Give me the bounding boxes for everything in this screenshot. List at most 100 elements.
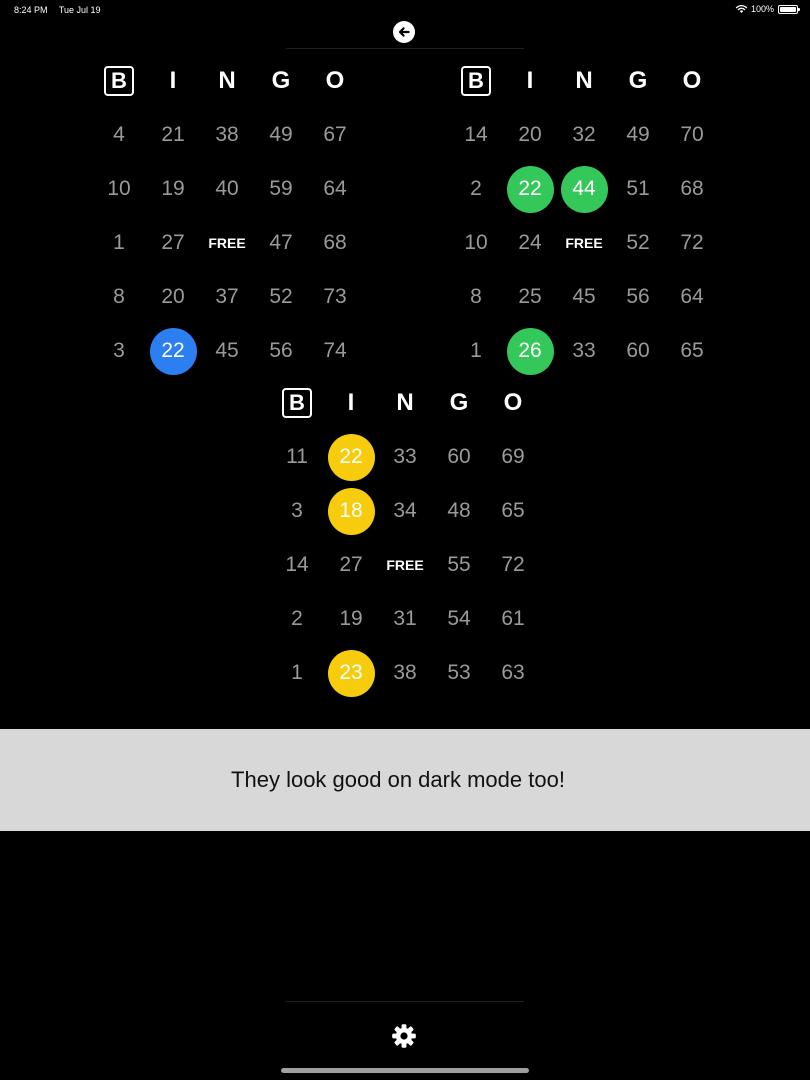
bingo-cell[interactable]: 67 — [308, 108, 362, 162]
bingo-cell-marked[interactable]: 22 — [146, 324, 200, 378]
bingo-header-b: B — [270, 376, 324, 430]
bingo-cell[interactable]: 51 — [611, 162, 665, 216]
bingo-cell[interactable]: 65 — [486, 484, 540, 538]
top-divider — [286, 48, 524, 49]
bingo-cell[interactable]: 2 — [449, 162, 503, 216]
bingo-free-space[interactable]: FREE — [200, 216, 254, 270]
bingo-cell[interactable]: 61 — [486, 592, 540, 646]
bingo-cell[interactable]: 48 — [432, 484, 486, 538]
bingo-cell[interactable]: 74 — [308, 324, 362, 378]
bingo-cell[interactable]: 3 — [270, 484, 324, 538]
bingo-cell[interactable]: 1 — [449, 324, 503, 378]
bingo-cell[interactable]: 21 — [146, 108, 200, 162]
bingo-cell[interactable]: 8 — [449, 270, 503, 324]
bingo-cell[interactable]: 33 — [378, 430, 432, 484]
bingo-cell[interactable]: 53 — [432, 646, 486, 700]
bingo-cell[interactable]: 49 — [254, 108, 308, 162]
bingo-cell[interactable]: 64 — [665, 270, 719, 324]
bingo-cell[interactable]: 14 — [449, 108, 503, 162]
bingo-cell[interactable]: 11 — [270, 430, 324, 484]
bingo-cell[interactable]: 59 — [254, 162, 308, 216]
status-time: 8:24 PM — [14, 5, 48, 15]
bingo-cell[interactable]: 1 — [270, 646, 324, 700]
status-bar-right: 100% — [735, 4, 800, 14]
bingo-card-1: B I N G O 4 21 38 49 67 10 19 40 59 64 1 27 FREE 47 68 8 20 37… — [92, 54, 362, 378]
bingo-cell[interactable]: 10 — [92, 162, 146, 216]
bingo-cell[interactable]: 24 — [503, 216, 557, 270]
bingo-cell[interactable]: 8 — [92, 270, 146, 324]
bingo-cell-marked[interactable]: 23 — [324, 646, 378, 700]
bingo-cell[interactable]: 54 — [432, 592, 486, 646]
caption-text: They look good on dark mode too! — [231, 767, 565, 792]
bingo-cell[interactable]: 69 — [486, 430, 540, 484]
bingo-cell[interactable]: 45 — [557, 270, 611, 324]
settings-button[interactable] — [390, 1022, 418, 1050]
marked-number-dot: 18 — [327, 487, 375, 535]
bingo-cell[interactable]: 19 — [146, 162, 200, 216]
bingo-cell-marked[interactable]: 44 — [557, 162, 611, 216]
bingo-cell-marked[interactable]: 22 — [503, 162, 557, 216]
bingo-header-n: N — [396, 389, 414, 416]
bingo-cell[interactable]: 38 — [200, 108, 254, 162]
bingo-cell[interactable]: 3 — [92, 324, 146, 378]
status-date: Tue Jul 19 — [58, 5, 101, 15]
bingo-cell[interactable]: 55 — [432, 538, 486, 592]
bingo-cell[interactable]: 72 — [665, 216, 719, 270]
bingo-cell[interactable]: 27 — [324, 538, 378, 592]
bingo-cell[interactable]: 72 — [486, 538, 540, 592]
bingo-cell[interactable]: 52 — [611, 216, 665, 270]
bingo-cell-marked[interactable]: 26 — [503, 324, 557, 378]
bingo-cell[interactable]: 68 — [665, 162, 719, 216]
bingo-cell[interactable]: 56 — [611, 270, 665, 324]
bingo-cell[interactable]: 47 — [254, 216, 308, 270]
bingo-cell[interactable]: 33 — [557, 324, 611, 378]
battery-percent: 100% — [750, 4, 774, 14]
bingo-header-g: G — [449, 389, 469, 416]
bingo-free-space[interactable]: FREE — [378, 538, 432, 592]
bingo-cell[interactable]: 60 — [432, 430, 486, 484]
home-indicator[interactable] — [281, 1068, 529, 1073]
bingo-cell[interactable]: 1 — [92, 216, 146, 270]
bingo-cell[interactable]: 37 — [200, 270, 254, 324]
bingo-cell[interactable]: 20 — [146, 270, 200, 324]
bingo-cell[interactable]: 10 — [449, 216, 503, 270]
back-button[interactable] — [393, 21, 415, 43]
bingo-header-g: G — [271, 67, 291, 94]
bingo-cell[interactable]: 45 — [200, 324, 254, 378]
bingo-cell[interactable]: 64 — [308, 162, 362, 216]
bingo-cell[interactable]: 70 — [665, 108, 719, 162]
bingo-cell[interactable]: 73 — [308, 270, 362, 324]
bingo-cell[interactable]: 40 — [200, 162, 254, 216]
gear-icon — [392, 1024, 416, 1048]
bingo-cell[interactable]: 68 — [308, 216, 362, 270]
bingo-header-n: N — [218, 67, 236, 94]
bingo-header-n: N — [575, 67, 593, 94]
bingo-card-2: B I N G O 14 20 32 49 70 2 22 44 51 68 10 24 FREE 52 72 8 25 4… — [449, 54, 719, 378]
bingo-cell[interactable]: 60 — [611, 324, 665, 378]
status-bar: 8:24 PM Tue Jul 19 100% — [0, 0, 810, 20]
bingo-cell-marked[interactable]: 18 — [324, 484, 378, 538]
bingo-cell-marked[interactable]: 22 — [324, 430, 378, 484]
bingo-cell[interactable]: 34 — [378, 484, 432, 538]
bingo-cell[interactable]: 32 — [557, 108, 611, 162]
bingo-cell[interactable]: 25 — [503, 270, 557, 324]
marked-number-dot: 23 — [327, 649, 375, 697]
bingo-free-space[interactable]: FREE — [557, 216, 611, 270]
bingo-cell[interactable]: 4 — [92, 108, 146, 162]
bingo-cell[interactable]: 20 — [503, 108, 557, 162]
bingo-cell[interactable]: 52 — [254, 270, 308, 324]
bingo-cell[interactable]: 14 — [270, 538, 324, 592]
bingo-cell[interactable]: 63 — [486, 646, 540, 700]
bingo-cell[interactable]: 27 — [146, 216, 200, 270]
bingo-cell[interactable]: 49 — [611, 108, 665, 162]
bingo-cell[interactable]: 65 — [665, 324, 719, 378]
bingo-cell[interactable]: 2 — [270, 592, 324, 646]
bingo-header-o: O — [503, 389, 523, 416]
marked-number-dot: 22 — [327, 433, 375, 481]
bingo-cell[interactable]: 56 — [254, 324, 308, 378]
marked-number-dot: 22 — [149, 327, 197, 375]
bingo-header-b: B — [449, 54, 503, 108]
bingo-cell[interactable]: 31 — [378, 592, 432, 646]
bingo-cell[interactable]: 38 — [378, 646, 432, 700]
bingo-cell[interactable]: 19 — [324, 592, 378, 646]
